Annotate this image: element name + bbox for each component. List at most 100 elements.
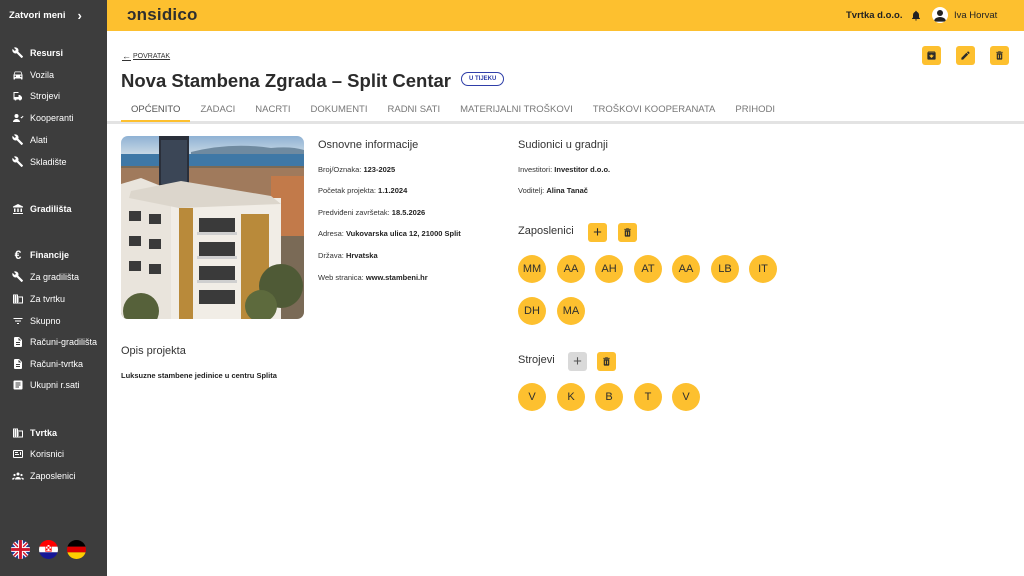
building-icon	[12, 293, 24, 305]
add-machine-button[interactable]: +	[568, 352, 587, 371]
sidebar: Zatvori meni › Resursi Vozila Strojevi K…	[0, 0, 107, 576]
tab-dokumenti[interactable]: DOKUMENTI	[301, 97, 378, 122]
app-logo[interactable]: ɔnsidico	[127, 5, 198, 25]
list-icon	[12, 379, 24, 391]
user-name[interactable]: Iva Horvat	[954, 10, 997, 21]
employee-chip[interactable]: AH	[595, 255, 623, 283]
language-switcher	[11, 540, 86, 559]
employee-chip[interactable]: AA	[672, 255, 700, 283]
sidebar-item-label: Računi-gradilišta	[30, 337, 98, 347]
sidebar-item-racuni-tvrtka[interactable]: Računi-tvrtka	[12, 357, 83, 371]
employee-chip[interactable]: DH	[518, 297, 546, 325]
sidebar-item-gradilista[interactable]: Gradilišta	[12, 202, 72, 216]
flag-croatia-icon[interactable]	[39, 540, 58, 559]
building-icon	[12, 427, 24, 439]
flag-uk-icon[interactable]	[11, 540, 30, 559]
plus-icon: +	[573, 353, 582, 370]
sidebar-item-racuni-gradilista[interactable]: Računi-gradilišta	[12, 335, 97, 349]
info-value: 1.1.2024	[378, 186, 408, 195]
plus-icon: +	[593, 224, 602, 241]
sidebar-item-label: Skladište	[30, 157, 67, 167]
toggle-menu-button[interactable]: Zatvori meni ›	[0, 0, 107, 31]
info-label: Predviđeni završetak:	[318, 208, 390, 217]
sidebar-item-korisnici[interactable]: Korisnici	[12, 447, 64, 461]
machine-chip[interactable]: B	[595, 383, 623, 411]
sidebar-item-kooperanti[interactable]: Kooperanti	[12, 111, 74, 125]
company-name[interactable]: Tvrtka d.o.o.	[846, 10, 902, 21]
tab-opcenito[interactable]: OPĆENITO	[121, 97, 191, 122]
info-title: Osnovne informacije	[318, 139, 419, 151]
employee-chip[interactable]: AT	[634, 255, 662, 283]
description-title: Opis projekta	[121, 345, 186, 357]
machine-chip[interactable]: V	[518, 383, 546, 411]
machine-chip[interactable]: T	[634, 383, 662, 411]
tab-radni-sati[interactable]: RADNI SATI	[378, 97, 451, 122]
info-row-zavrsetak: Predviđeni završetak: 18.5.2026	[318, 208, 425, 217]
employees-title: Zaposlenici	[518, 225, 574, 237]
bell-icon[interactable]	[910, 9, 922, 22]
participants-investors: Investitori: Investitor d.o.o.	[518, 165, 610, 174]
info-value: 123-2025	[363, 165, 396, 174]
tab-troskovi-kooperanata[interactable]: TROŠKOVI KOOPERANATA	[583, 97, 726, 122]
sidebar-item-alati[interactable]: Alati	[12, 133, 48, 147]
info-row-broj: Broj/Oznaka: 123-2025	[318, 165, 395, 174]
employee-chip[interactable]: LB	[711, 255, 739, 283]
sidebar-item-label: Vozila	[30, 70, 55, 80]
sidebar-item-label: Financije	[30, 250, 70, 260]
sidebar-item-za-gradilista[interactable]: Za gradilišta	[12, 270, 79, 284]
machines-title: Strojevi	[518, 354, 555, 366]
flag-germany-icon[interactable]	[67, 540, 86, 559]
sidebar-item-tvrtka[interactable]: Tvrtka	[12, 426, 57, 440]
machine-chip[interactable]: V	[672, 383, 700, 411]
tab-bar: OPĆENITO ZADACI NACRTI DOKUMENTI RADNI S…	[121, 97, 785, 122]
sidebar-item-financije[interactable]: € Financije	[12, 248, 69, 262]
employee-chip[interactable]: MM	[518, 255, 546, 283]
edit-button[interactable]	[956, 46, 975, 65]
tab-materijalni-troskovi[interactable]: MATERIJALNI TROŠKOVI	[450, 97, 583, 122]
sidebar-item-label: Alati	[30, 135, 48, 145]
info-label: Broj/Oznaka:	[318, 165, 362, 174]
document-icon	[12, 358, 24, 370]
sidebar-item-label: Resursi	[30, 48, 64, 58]
tools-icon	[12, 47, 24, 59]
sidebar-item-label: Za gradilišta	[30, 272, 80, 282]
info-value: 18.5.2026	[391, 208, 426, 217]
sidebar-item-label: Tvrtka	[30, 428, 58, 438]
sidebar-item-label: Korisnici	[30, 449, 65, 459]
employee-chip[interactable]: IT	[749, 255, 777, 283]
tab-prihodi[interactable]: PRIHODI	[725, 97, 785, 122]
tab-nacrti[interactable]: NACRTI	[245, 97, 300, 122]
sidebar-item-label: Gradilišta	[30, 204, 72, 214]
trash-icon	[996, 51, 1003, 60]
delete-machine-button[interactable]	[597, 352, 616, 371]
add-employee-button[interactable]: +	[588, 223, 607, 242]
employee-chip[interactable]: MA	[557, 297, 585, 325]
tab-zadaci[interactable]: ZADACI	[190, 97, 245, 122]
back-link[interactable]: ← POVRATAK	[122, 51, 170, 61]
page-title: Nova Stambena Zgrada – Split Centar	[121, 70, 452, 91]
sidebar-item-vozila[interactable]: Vozila	[12, 68, 54, 82]
sidebar-item-strojevi[interactable]: Strojevi	[12, 89, 60, 103]
sidebar-item-zaposlenici[interactable]: Zaposlenici	[12, 469, 76, 483]
sidebar-item-label: Zaposlenici	[30, 471, 76, 481]
info-row-drzava: Država: Hrvatska	[318, 251, 378, 260]
tools-icon	[12, 156, 24, 168]
user-avatar-icon[interactable]	[932, 7, 948, 23]
sidebar-item-skladiste[interactable]: Skladište	[12, 155, 67, 169]
document-icon	[12, 336, 24, 348]
info-label: Web stranica:	[318, 273, 364, 282]
employee-chip[interactable]: AA	[557, 255, 585, 283]
sidebar-item-ukupni-sati[interactable]: Ukupni r.sati	[12, 378, 80, 392]
lead-value: Alina Tanač	[546, 186, 588, 195]
archive-button[interactable]	[922, 46, 941, 65]
sidebar-item-za-tvrtku[interactable]: Za tvrtku	[12, 292, 65, 306]
trash-icon	[603, 357, 610, 366]
info-value[interactable]: www.stambeni.hr	[366, 273, 428, 282]
sidebar-item-resursi[interactable]: Resursi	[12, 46, 63, 60]
sidebar-item-skupno[interactable]: Skupno	[12, 314, 61, 328]
sidebar-item-label: Ukupni r.sati	[30, 380, 80, 390]
info-row-adresa: Adresa: Vukovarska ulica 12, 21000 Split	[318, 229, 461, 238]
machine-chip[interactable]: K	[557, 383, 585, 411]
delete-button[interactable]	[990, 46, 1009, 65]
delete-employee-button[interactable]	[618, 223, 637, 242]
